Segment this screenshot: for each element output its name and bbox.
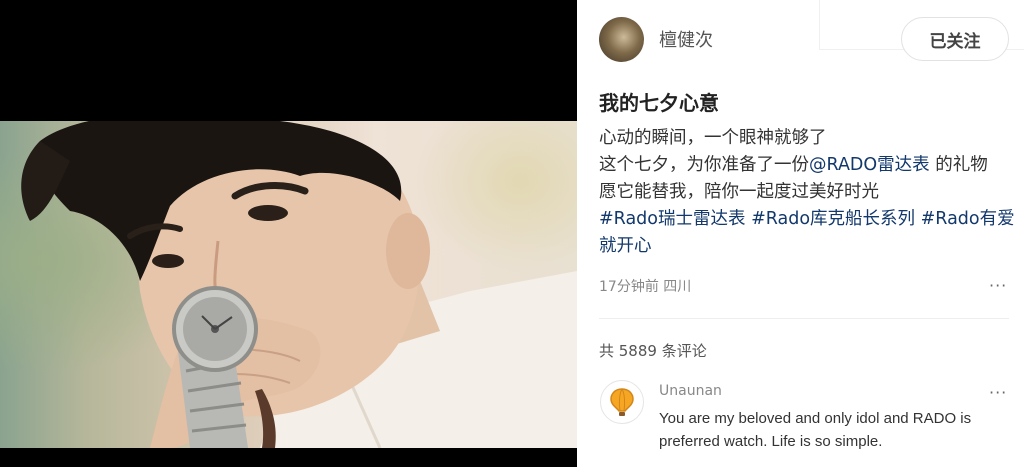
media-viewer[interactable] xyxy=(0,0,577,467)
hashtag-rado-swiss[interactable]: #Rado瑞士雷达表 xyxy=(599,209,745,229)
hashtag-line: #Rado瑞士雷达表 #Rado库克船长系列 #Rado有爱 xyxy=(599,206,1019,233)
post-line-2: 这个七夕，为你准备了一份@RADO雷达表 的礼物 xyxy=(599,152,1019,179)
author-avatar[interactable] xyxy=(599,16,644,62)
post-line-1: 心动的瞬间，一个眼神就够了 xyxy=(599,128,827,148)
post-detail-panel: 檀健次 已关注 我的七夕心意 心动的瞬间，一个眼神就够了 这个七夕，为你准备了一… xyxy=(577,0,1024,467)
post-header: 檀健次 xyxy=(599,16,713,62)
post-body: 心动的瞬间，一个眼神就够了 这个七夕，为你准备了一份@RADO雷达表 的礼物 愿… xyxy=(599,125,1019,260)
post-title: 我的七夕心意 xyxy=(599,91,719,115)
hashtag-rado-captain-cook[interactable]: #Rado库克船长系列 xyxy=(751,209,915,229)
post-line-3: 愿它能替我，陪你一起度过美好时光 xyxy=(599,182,879,202)
author-name[interactable]: 檀健次 xyxy=(659,26,713,52)
follow-button[interactable]: 已关注 xyxy=(901,17,1009,61)
comment-more-options-icon[interactable]: ··· xyxy=(989,383,1007,402)
comment-count: 共 5889 条评论 xyxy=(599,342,707,360)
post-line-2-text: 这个七夕，为你准备了一份 xyxy=(599,155,809,175)
post-meta: 17分钟前 四川 xyxy=(599,279,692,295)
hashtag-rado-love-cont[interactable]: 就开心 xyxy=(599,233,1019,260)
comment-username[interactable]: Unaunan xyxy=(659,383,722,399)
post-photo[interactable] xyxy=(0,121,577,448)
comment-text: You are my beloved and only idol and RAD… xyxy=(659,410,972,450)
post-line-2-tail: 的礼物 xyxy=(929,155,988,175)
divider xyxy=(599,318,1009,319)
photo-illustration xyxy=(21,121,577,448)
hot-air-balloon-icon xyxy=(610,388,634,416)
mention-link[interactable]: @RADO雷达表 xyxy=(809,155,930,175)
hashtag-rado-love[interactable]: #Rado有爱 xyxy=(921,209,1015,229)
comment-avatar[interactable] xyxy=(600,380,644,424)
more-options-icon[interactable]: ··· xyxy=(989,276,1007,295)
